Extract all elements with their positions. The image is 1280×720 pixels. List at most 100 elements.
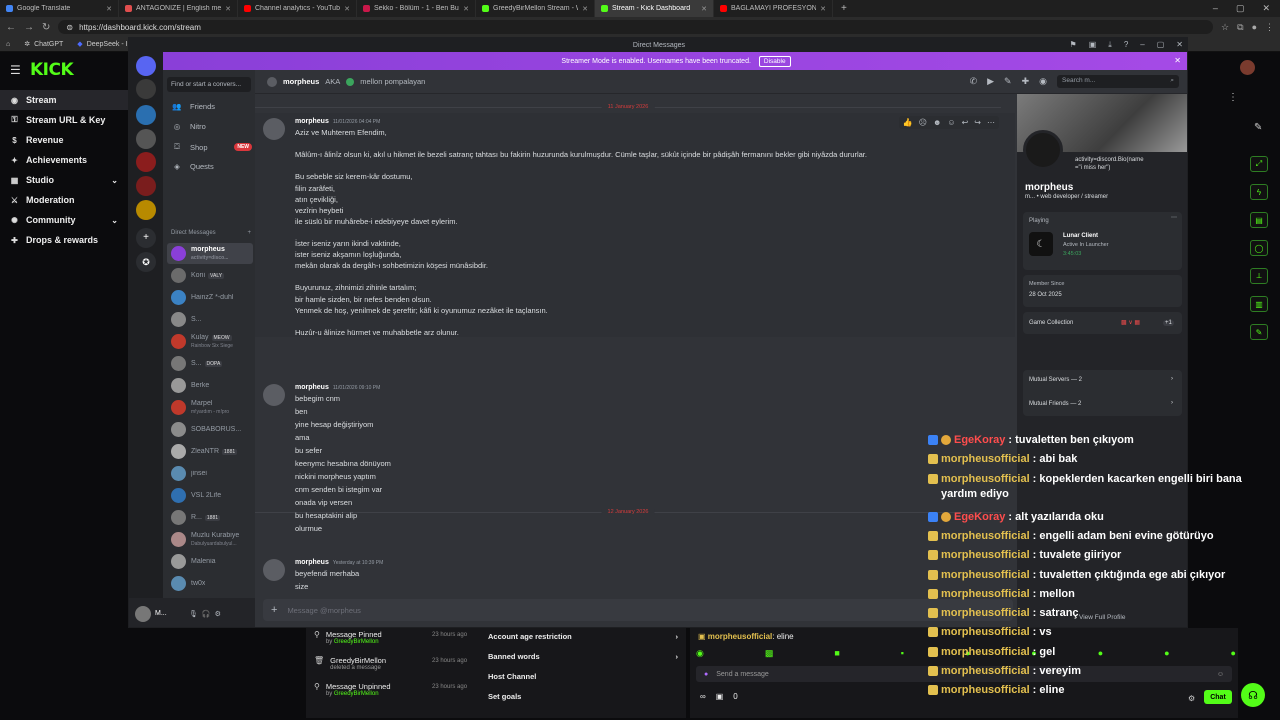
dm-item[interactable]: SOBABORUS... [167, 419, 253, 440]
tab-close-icon[interactable]: ✕ [463, 5, 469, 13]
activity-user[interactable]: GreedyBirMellon [334, 639, 379, 645]
activity-user[interactable]: GreedyBirMellon [334, 691, 379, 697]
dm-nav-shop[interactable]: ⛋ Shop NEW [172, 142, 252, 152]
tab-close-icon[interactable]: ✕ [225, 5, 231, 13]
dm-item[interactable]: Muzlu Kurabiye Dabulyuardabulyul... [167, 529, 253, 550]
server-icon[interactable] [136, 129, 156, 149]
dm-item[interactable]: Berke [167, 375, 253, 396]
forward-icon[interactable]: → [24, 22, 34, 33]
nav-item-stream[interactable]: ◉ Stream [0, 90, 128, 110]
message-author[interactable]: morpheus [295, 559, 329, 566]
nav-item-studio[interactable]: ▦ Studio ⌄ [0, 170, 128, 190]
dm-nav-friends[interactable]: 👥 Friends [172, 102, 252, 111]
reload-icon[interactable]: ↻ [42, 22, 50, 33]
emote-icon[interactable]: ▪ [901, 648, 904, 659]
infinity-icon[interactable]: ∞ [700, 692, 706, 701]
profile-avatar[interactable]: ● [1252, 22, 1257, 32]
kick-logo[interactable]: KICK [30, 60, 74, 80]
dm-item[interactable]: VSL 2Life [167, 485, 253, 506]
browser-tab[interactable]: Google Translate ✕ [0, 0, 119, 17]
profile-avatar[interactable] [1023, 130, 1063, 170]
voice-call-icon[interactable]: ✆ [970, 76, 978, 87]
browser-tab[interactable]: Sekko - Bölüm - 1 - Ben Bu Oyun ✕ [357, 0, 476, 17]
mic-icon[interactable]: 🎙 [189, 610, 198, 618]
minimize-icon[interactable]: – [1140, 40, 1144, 50]
site-info-icon[interactable]: ⊜ [66, 23, 73, 32]
emote-icon[interactable]: ▩ [765, 648, 774, 659]
emoji-react-icon[interactable]: ☻ [933, 118, 941, 127]
discord-home-icon[interactable] [136, 56, 156, 76]
tab-close-icon[interactable]: ✕ [820, 5, 826, 13]
forward-icon[interactable]: ↪ [974, 118, 981, 127]
browser-tab[interactable]: Channel analytics - YouTube Studi ✕ [238, 0, 357, 17]
setting-item[interactable]: Account age restriction › [488, 632, 678, 641]
close-browser-icon[interactable]: ✕ [1262, 3, 1270, 14]
tab-close-icon[interactable]: ✕ [701, 5, 707, 13]
reply-icon[interactable]: ↩ [962, 118, 969, 127]
dm-item[interactable]: jinsei [167, 463, 253, 484]
kick-user-avatar[interactable] [1240, 60, 1255, 75]
monitor-icon[interactable]: ▥ [1250, 296, 1268, 312]
settings-gear-icon[interactable]: ⚙ [215, 610, 221, 618]
tab-close-icon[interactable]: ✕ [582, 5, 588, 13]
nav-item-gift[interactable]: ✚ Drops & rewards [0, 230, 128, 250]
maximize-browser-icon[interactable]: ▢ [1236, 3, 1245, 14]
chat-bubble-icon[interactable]: ◯ [1250, 240, 1268, 256]
add-server-icon[interactable]: + [136, 228, 156, 248]
dm-item[interactable]: S... DOPA [167, 353, 253, 374]
more-vertical-icon[interactable]: ⋮ [1228, 92, 1238, 103]
add-reaction-icon[interactable]: ☺ [947, 118, 955, 127]
browser-tab[interactable]: GreedyBirMellon Stream - Watch ✕ [476, 0, 595, 17]
apps-icon[interactable]: ⌂ [6, 41, 10, 48]
hamburger-menu-icon[interactable]: ☰ [10, 63, 21, 77]
nav-item-trophy[interactable]: ✦ Achievements [0, 150, 128, 170]
nav-item-moderation[interactable]: ⚔ Moderation [0, 190, 128, 210]
discover-icon[interactable]: ✪ [136, 252, 156, 272]
mic-icon[interactable]: ● [704, 671, 708, 678]
playing-card[interactable]: Playing ⋯ ☾ Lunar Client Active In Launc… [1023, 212, 1182, 270]
close-banner-icon[interactable]: ✕ [1174, 56, 1181, 65]
dm-item[interactable]: R... 1881 [167, 507, 253, 528]
server-icon[interactable] [136, 79, 156, 99]
url-field[interactable]: ⊜ https://dashboard.kick.com/stream [58, 20, 1214, 34]
wrench-icon[interactable]: ✎ [1250, 324, 1268, 340]
browser-tab[interactable]: Stream - Kick Dashboard ✕ [595, 0, 714, 17]
tab-close-icon[interactable]: ✕ [344, 5, 350, 13]
message-composer[interactable]: + Message @morpheus [263, 599, 1013, 621]
document-icon[interactable]: ▤ [1250, 212, 1268, 228]
setting-item[interactable]: Banned words › [488, 652, 678, 661]
dm-item[interactable]: HainzZ *-duhl [167, 287, 253, 308]
more-options-icon[interactable]: ⋯ [987, 118, 995, 127]
create-dm-icon[interactable]: + [247, 230, 251, 236]
nav-item-key[interactable]: ⚿ Stream URL & Key [0, 110, 128, 130]
profile-toggle-icon[interactable]: ◉ [1039, 76, 1047, 87]
chat-username[interactable]: morpheus [283, 77, 319, 86]
browser-tab[interactable]: ANTAGONIZE | English meaning -✕ [119, 0, 238, 17]
message-avatar[interactable] [263, 559, 285, 581]
edit-icon[interactable]: ✎ [1254, 122, 1262, 133]
pinned-icon[interactable]: ✎ [1004, 76, 1012, 87]
message-avatar[interactable] [263, 384, 285, 406]
minimize-browser-icon[interactable]: – [1213, 3, 1218, 14]
mutual-servers[interactable]: Mutual Servers — 2 [1029, 377, 1082, 383]
video-call-icon[interactable]: ▶ [987, 76, 994, 87]
bookmark-chatgpt[interactable]: ✲ ChatGPT [24, 40, 63, 49]
bookmark-star-icon[interactable]: ☆ [1221, 22, 1229, 33]
emote-icon[interactable]: ◉ [696, 648, 704, 659]
search-input[interactable]: Search m... ⌕ [1057, 75, 1179, 88]
setting-item[interactable]: Set goals [488, 692, 678, 701]
server-icon[interactable] [136, 152, 156, 172]
maximize-icon[interactable]: ▢ [1157, 40, 1165, 50]
reaction-icon[interactable]: ☹ [919, 118, 927, 127]
mutual-friends[interactable]: Mutual Friends — 2 [1029, 401, 1081, 407]
find-conversation-input[interactable]: Find or start a convers... [167, 77, 251, 92]
dm-nav-quests[interactable]: ◈ Quests [172, 162, 252, 171]
signal-icon[interactable]: ⟂ [1250, 268, 1268, 284]
dm-item[interactable]: Malenia [167, 551, 253, 572]
dm-item[interactable]: morpheus activity=disco... [167, 243, 253, 264]
dm-item[interactable]: ZleaNTR 1881 [167, 441, 253, 462]
inbox-icon[interactable]: ⚑ [1070, 40, 1077, 50]
self-avatar[interactable] [135, 605, 151, 622]
setting-item[interactable]: Host Channel [488, 672, 678, 681]
nav-item-revenue[interactable]: $ Revenue [0, 130, 128, 150]
